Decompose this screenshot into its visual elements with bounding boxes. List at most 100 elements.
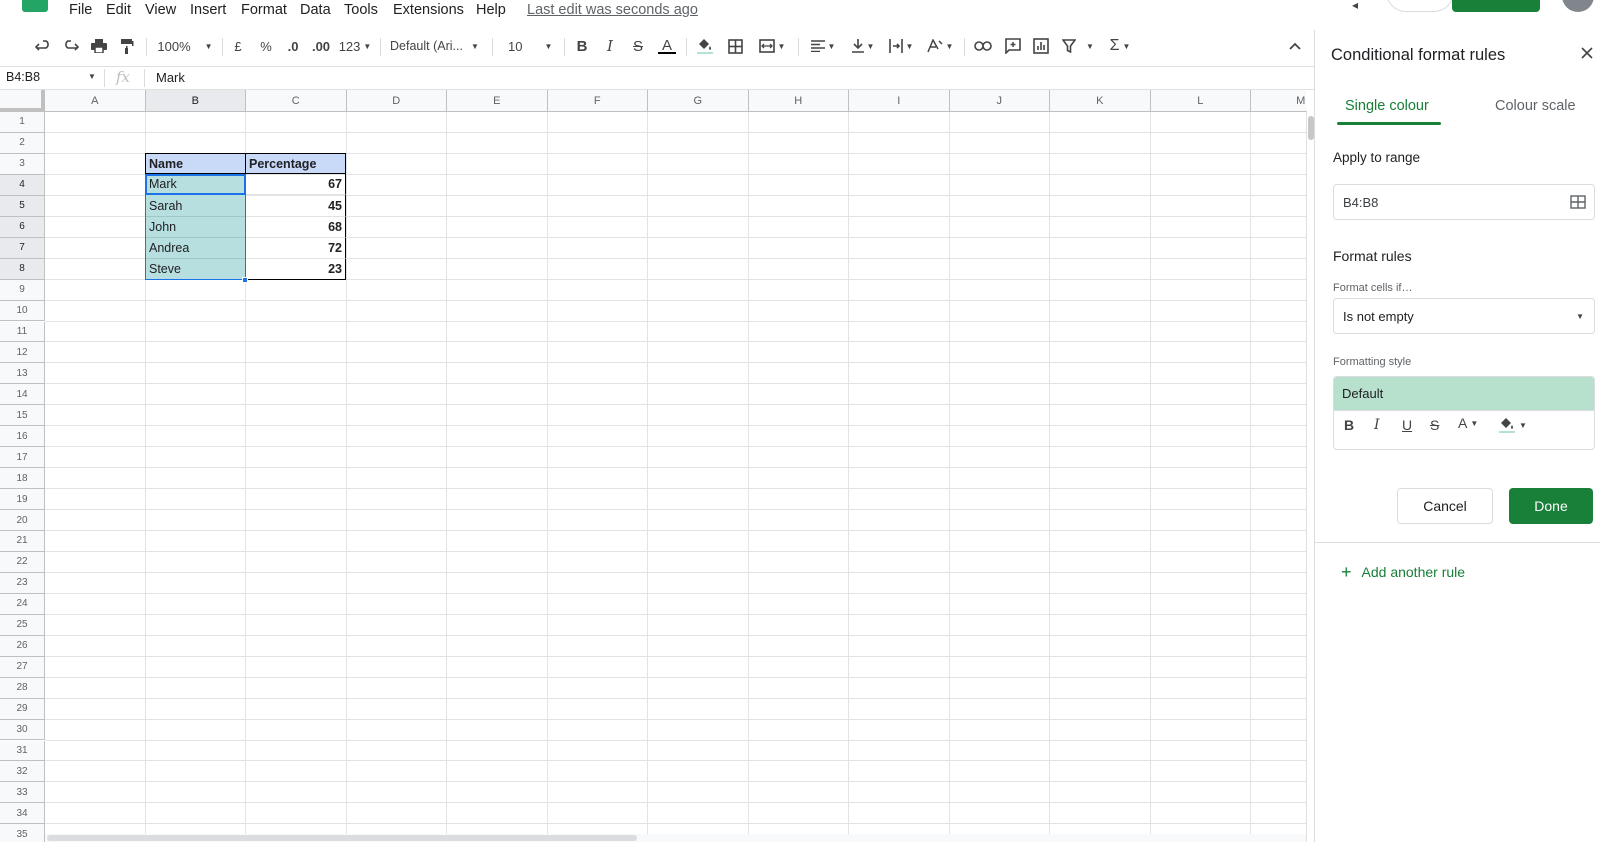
column-header-i[interactable]: I — [849, 90, 950, 112]
table-row[interactable]: 67 — [245, 174, 346, 195]
font-size-select[interactable]: 10 ▼ — [500, 30, 556, 62]
vertical-align-icon[interactable]: ▼ — [846, 30, 880, 62]
decrease-decimal-button[interactable]: .0 — [282, 30, 304, 62]
row-header-11[interactable]: 11 — [0, 321, 45, 343]
menu-edit[interactable]: Edit — [106, 2, 131, 18]
strikethrough-icon[interactable]: S — [1430, 417, 1439, 433]
table-row[interactable]: Andrea — [145, 238, 246, 259]
row-header-17[interactable]: 17 — [0, 447, 45, 469]
underline-icon[interactable]: U — [1402, 417, 1412, 433]
insert-link-icon[interactable] — [972, 30, 994, 62]
row-header-14[interactable]: 14 — [0, 384, 45, 406]
row-header-8[interactable]: 8 — [0, 258, 45, 280]
table-header-percentage[interactable]: Percentage — [245, 153, 346, 174]
menu-data[interactable]: Data — [300, 2, 331, 18]
table-header-name[interactable]: Name — [145, 153, 246, 174]
meet-button[interactable] — [1386, 0, 1454, 12]
formula-input[interactable]: Mark — [156, 70, 185, 85]
number-format-select[interactable]: 123 ▼ — [338, 30, 372, 62]
chevron-down-icon[interactable]: ▼ — [88, 72, 96, 81]
row-header-13[interactable]: 13 — [0, 363, 45, 385]
sheets-logo-icon[interactable] — [22, 0, 48, 12]
vertical-scrollbar[interactable] — [1306, 110, 1314, 842]
fill-handle[interactable] — [242, 277, 248, 283]
select-range-icon[interactable] — [1570, 195, 1586, 212]
bold-icon[interactable]: B — [1344, 417, 1354, 433]
row-header-28[interactable]: 28 — [0, 677, 45, 699]
row-header-5[interactable]: 5 — [0, 195, 45, 217]
fill-color-icon[interactable]: ▼ — [1498, 417, 1527, 433]
column-header-e[interactable]: E — [447, 90, 548, 112]
row-header-35[interactable]: 35 — [0, 824, 45, 842]
tab-single-colour[interactable]: Single colour — [1345, 98, 1429, 114]
bold-icon[interactable]: B — [572, 30, 592, 62]
text-rotation-icon[interactable]: ▼ — [922, 30, 958, 62]
table-row[interactable]: 68 — [245, 217, 346, 238]
row-header-29[interactable]: 29 — [0, 698, 45, 720]
add-another-rule-button[interactable]: + Add another rule — [1341, 563, 1465, 581]
row-header-1[interactable]: 1 — [0, 112, 45, 133]
table-row[interactable]: 23 — [245, 259, 346, 280]
collapse-menus-icon[interactable] — [1284, 30, 1306, 62]
font-family-select[interactable]: Default (Ari... ▼ — [390, 30, 486, 62]
column-header-k[interactable]: K — [1050, 90, 1151, 112]
done-button[interactable]: Done — [1509, 488, 1593, 524]
merge-cells-icon[interactable]: ▼ — [754, 30, 790, 62]
currency-format-button[interactable]: £ — [228, 30, 248, 62]
row-header-22[interactable]: 22 — [0, 551, 45, 573]
spreadsheet-grid[interactable]: ABCDEFGHIJKLM 1 2 3 4 5 6 7 8 9 10 11 12 13 14 15 16 17 1… — [0, 90, 1306, 842]
menu-file[interactable]: File — [69, 2, 92, 18]
increase-decimal-button[interactable]: .00 — [308, 30, 334, 62]
row-header-16[interactable]: 16 — [0, 426, 45, 448]
row-header-25[interactable]: 25 — [0, 614, 45, 636]
column-header-l[interactable]: L — [1150, 90, 1251, 112]
select-all-corner[interactable] — [0, 90, 45, 112]
row-header-20[interactable]: 20 — [0, 510, 45, 531]
horizontal-align-icon[interactable]: ▼ — [806, 30, 840, 62]
row-header-30[interactable]: 30 — [0, 719, 45, 741]
filter-icon[interactable]: ▼ — [1058, 30, 1098, 62]
range-input[interactable]: B4:B8 — [1333, 184, 1595, 220]
cancel-button[interactable]: Cancel — [1397, 488, 1493, 524]
table-row[interactable]: Steve — [145, 259, 246, 280]
column-header-f[interactable]: F — [547, 90, 648, 112]
italic-icon[interactable]: I — [600, 30, 620, 62]
column-header-d[interactable]: D — [346, 90, 447, 112]
row-header-21[interactable]: 21 — [0, 531, 45, 552]
name-box[interactable]: B4:B8 — [6, 70, 40, 84]
paint-format-icon[interactable] — [116, 30, 138, 62]
zoom-select[interactable]: 100% ▼ — [156, 30, 214, 62]
row-header-15[interactable]: 15 — [0, 405, 45, 427]
row-header-23[interactable]: 23 — [0, 572, 45, 594]
fill-color-icon[interactable] — [694, 30, 716, 62]
scroll-thumb[interactable] — [47, 835, 637, 841]
menu-format[interactable]: Format — [241, 2, 287, 18]
share-button[interactable] — [1452, 0, 1540, 12]
horizontal-scrollbar[interactable] — [45, 834, 1306, 842]
menu-help[interactable]: Help — [476, 2, 506, 18]
menu-extensions[interactable]: Extensions — [393, 2, 464, 18]
column-header-h[interactable]: H — [748, 90, 849, 112]
row-header-33[interactable]: 33 — [0, 782, 45, 804]
row-header-10[interactable]: 10 — [0, 300, 45, 322]
row-header-9[interactable]: 9 — [0, 279, 45, 301]
print-icon[interactable] — [88, 30, 110, 62]
row-header-4[interactable]: 4 — [0, 174, 45, 196]
row-header-6[interactable]: 6 — [0, 216, 45, 238]
table-row[interactable]: 45 — [245, 195, 346, 217]
menu-insert[interactable]: Insert — [190, 2, 226, 18]
row-header-19[interactable]: 19 — [0, 489, 45, 511]
text-color-icon[interactable]: A — [656, 30, 678, 62]
menu-view[interactable]: View — [145, 2, 176, 18]
table-row[interactable]: John — [145, 217, 246, 238]
menu-tools[interactable]: Tools — [344, 2, 378, 18]
column-header-c[interactable]: C — [246, 90, 347, 112]
avatar[interactable] — [1562, 0, 1594, 12]
column-header-b[interactable]: B — [145, 90, 246, 112]
chevron-down-icon[interactable]: ◂ — [1352, 0, 1358, 12]
row-header-31[interactable]: 31 — [0, 740, 45, 762]
table-row[interactable]: Sarah — [145, 195, 246, 217]
row-header-26[interactable]: 26 — [0, 635, 45, 657]
insert-comment-icon[interactable] — [1002, 30, 1024, 62]
condition-select[interactable]: Is not empty ▼ — [1333, 298, 1595, 334]
